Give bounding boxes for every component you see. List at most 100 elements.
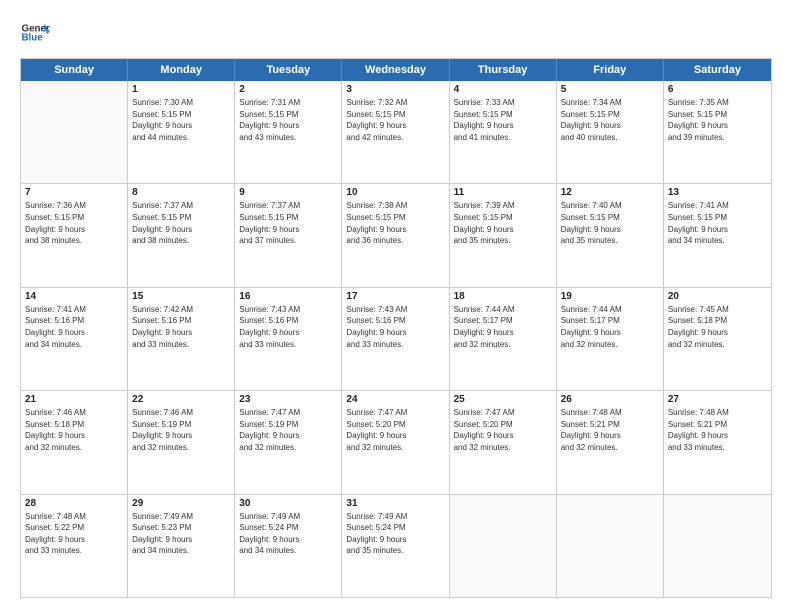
day-number: 15 — [132, 291, 230, 302]
day-info: Sunrise: 7:49 AMSunset: 5:24 PMDaylight:… — [346, 511, 444, 557]
day-number: 28 — [25, 498, 123, 509]
calendar-day-20: 20Sunrise: 7:45 AMSunset: 5:18 PMDayligh… — [664, 288, 771, 390]
day-info: Sunrise: 7:35 AMSunset: 5:15 PMDaylight:… — [668, 97, 767, 143]
day-number: 25 — [454, 394, 552, 405]
day-info: Sunrise: 7:33 AMSunset: 5:15 PMDaylight:… — [454, 97, 552, 143]
calendar-day-11: 11Sunrise: 7:39 AMSunset: 5:15 PMDayligh… — [450, 184, 557, 286]
calendar-day-27: 27 Sunrise: 7:48 AMSunset: 5:21 PMDayligh… — [664, 391, 771, 493]
calendar-empty-cell — [557, 495, 664, 597]
calendar-day-14: 14 Sunrise: 7:41 AMSunset: 5:16 PMDayligh… — [21, 288, 128, 390]
day-number: 19 — [561, 291, 659, 302]
calendar-day-2: 2 Sunrise: 7:31 AMSunset: 5:15 PMDaylight… — [235, 81, 342, 183]
day-number: 1 — [132, 84, 230, 95]
day-number: 17 — [346, 291, 444, 302]
calendar-empty-cell — [664, 495, 771, 597]
day-number: 12 — [561, 187, 659, 198]
day-info: Sunrise: 7:47 AMSunset: 5:20 PMDaylight:… — [346, 407, 444, 453]
day-info: Sunrise: 7:40 AMSunset: 5:15 PMDaylight:… — [561, 200, 659, 246]
day-number: 2 — [239, 84, 337, 95]
calendar-day-29: 29 Sunrise: 7:49 AMSunset: 5:23 PMDayligh… — [128, 495, 235, 597]
day-number: 24 — [346, 394, 444, 405]
day-info: Sunrise: 7:48 AMSunset: 5:22 PMDaylight:… — [25, 511, 123, 557]
day-info: Sunrise: 7:46 AMSunset: 5:19 PMDaylight:… — [132, 407, 230, 453]
day-number: 8 — [132, 187, 230, 198]
header-day-saturday: Saturday — [664, 59, 771, 81]
day-info: Sunrise: 7:38 AMSunset: 5:15 PMDaylight:… — [346, 200, 444, 246]
day-number: 9 — [239, 187, 337, 198]
calendar-day-19: 19 Sunrise: 7:44 AMSunset: 5:17 PMDayligh… — [557, 288, 664, 390]
calendar-day-6: 6 Sunrise: 7:35 AMSunset: 5:15 PMDaylight… — [664, 81, 771, 183]
day-number: 11 — [454, 187, 552, 198]
calendar-body: 1Sunrise: 7:30 AMSunset: 5:15 PMDaylight… — [21, 81, 771, 597]
day-number: 14 — [25, 291, 123, 302]
header-day-tuesday: Tuesday — [235, 59, 342, 81]
calendar-week-5: 28 Sunrise: 7:48 AMSunset: 5:22 PMDayligh… — [21, 494, 771, 597]
day-info: Sunrise: 7:45 AMSunset: 5:18 PMDaylight:… — [668, 304, 767, 350]
day-info: Sunrise: 7:44 AMSunset: 5:17 PMDaylight:… — [454, 304, 552, 350]
day-number: 18 — [454, 291, 552, 302]
day-info: Sunrise: 7:43 AMSunset: 5:16 PMDaylight:… — [346, 304, 444, 350]
calendar-week-1: 1Sunrise: 7:30 AMSunset: 5:15 PMDaylight… — [21, 81, 771, 183]
day-number: 23 — [239, 394, 337, 405]
calendar-day-17: 17 Sunrise: 7:43 AMSunset: 5:16 PMDayligh… — [342, 288, 449, 390]
calendar-day-16: 16Sunrise: 7:43 AMSunset: 5:16 PMDayligh… — [235, 288, 342, 390]
page-header: General Blue — [20, 18, 772, 48]
day-info: Sunrise: 7:32 AMSunset: 5:15 PMDaylight:… — [346, 97, 444, 143]
svg-text:Blue: Blue — [22, 33, 44, 44]
calendar-header-row: SundayMondayTuesdayWednesdayThursdayFrid… — [21, 59, 771, 81]
calendar-day-8: 8 Sunrise: 7:37 AMSunset: 5:15 PMDaylight… — [128, 184, 235, 286]
calendar-day-31: 31Sunrise: 7:49 AMSunset: 5:24 PMDayligh… — [342, 495, 449, 597]
day-info: Sunrise: 7:49 AMSunset: 5:23 PMDaylight:… — [132, 511, 230, 557]
day-info: Sunrise: 7:48 AMSunset: 5:21 PMDaylight:… — [561, 407, 659, 453]
logo: General Blue — [20, 18, 50, 48]
day-number: 3 — [346, 84, 444, 95]
calendar: SundayMondayTuesdayWednesdayThursdayFrid… — [20, 58, 772, 598]
day-number: 7 — [25, 187, 123, 198]
calendar-day-24: 24 Sunrise: 7:47 AMSunset: 5:20 PMDayligh… — [342, 391, 449, 493]
day-info: Sunrise: 7:36 AMSunset: 5:15 PMDaylight:… — [25, 200, 123, 246]
day-info: Sunrise: 7:41 AMSunset: 5:16 PMDaylight:… — [25, 304, 123, 350]
calendar-week-2: 7 Sunrise: 7:36 AMSunset: 5:15 PMDaylight… — [21, 183, 771, 286]
header-day-monday: Monday — [128, 59, 235, 81]
day-info: Sunrise: 7:46 AMSunset: 5:18 PMDaylight:… — [25, 407, 123, 453]
day-number: 5 — [561, 84, 659, 95]
header-day-friday: Friday — [557, 59, 664, 81]
logo-icon: General Blue — [20, 18, 50, 48]
day-info: Sunrise: 7:48 AMSunset: 5:21 PMDaylight:… — [668, 407, 767, 453]
day-number: 29 — [132, 498, 230, 509]
calendar-empty-cell — [450, 495, 557, 597]
calendar-week-3: 14 Sunrise: 7:41 AMSunset: 5:16 PMDayligh… — [21, 287, 771, 390]
day-info: Sunrise: 7:43 AMSunset: 5:16 PMDaylight:… — [239, 304, 337, 350]
day-info: Sunrise: 7:37 AMSunset: 5:15 PMDaylight:… — [132, 200, 230, 246]
calendar-day-12: 12 Sunrise: 7:40 AMSunset: 5:15 PMDayligh… — [557, 184, 664, 286]
calendar-day-25: 25Sunrise: 7:47 AMSunset: 5:20 PMDayligh… — [450, 391, 557, 493]
calendar-day-28: 28 Sunrise: 7:48 AMSunset: 5:22 PMDayligh… — [21, 495, 128, 597]
calendar-day-30: 30Sunrise: 7:49 AMSunset: 5:24 PMDayligh… — [235, 495, 342, 597]
calendar-day-9: 9 Sunrise: 7:37 AMSunset: 5:15 PMDaylight… — [235, 184, 342, 286]
day-info: Sunrise: 7:37 AMSunset: 5:15 PMDaylight:… — [239, 200, 337, 246]
calendar-day-4: 4 Sunrise: 7:33 AMSunset: 5:15 PMDaylight… — [450, 81, 557, 183]
calendar-day-13: 13Sunrise: 7:41 AMSunset: 5:15 PMDayligh… — [664, 184, 771, 286]
calendar-day-3: 3 Sunrise: 7:32 AMSunset: 5:15 PMDaylight… — [342, 81, 449, 183]
calendar-day-1: 1Sunrise: 7:30 AMSunset: 5:15 PMDaylight… — [128, 81, 235, 183]
calendar-day-10: 10Sunrise: 7:38 AMSunset: 5:15 PMDayligh… — [342, 184, 449, 286]
day-info: Sunrise: 7:47 AMSunset: 5:19 PMDaylight:… — [239, 407, 337, 453]
calendar-week-4: 21 Sunrise: 7:46 AMSunset: 5:18 PMDayligh… — [21, 390, 771, 493]
day-number: 27 — [668, 394, 767, 405]
day-number: 26 — [561, 394, 659, 405]
day-info: Sunrise: 7:34 AMSunset: 5:15 PMDaylight:… — [561, 97, 659, 143]
day-info: Sunrise: 7:31 AMSunset: 5:15 PMDaylight:… — [239, 97, 337, 143]
day-info: Sunrise: 7:49 AMSunset: 5:24 PMDaylight:… — [239, 511, 337, 557]
day-number: 4 — [454, 84, 552, 95]
day-number: 6 — [668, 84, 767, 95]
day-info: Sunrise: 7:44 AMSunset: 5:17 PMDaylight:… — [561, 304, 659, 350]
header-day-wednesday: Wednesday — [342, 59, 449, 81]
calendar-day-15: 15Sunrise: 7:42 AMSunset: 5:16 PMDayligh… — [128, 288, 235, 390]
day-number: 21 — [25, 394, 123, 405]
header-day-sunday: Sunday — [21, 59, 128, 81]
calendar-day-22: 22Sunrise: 7:46 AMSunset: 5:19 PMDayligh… — [128, 391, 235, 493]
day-number: 13 — [668, 187, 767, 198]
calendar-empty-cell — [21, 81, 128, 183]
header-day-thursday: Thursday — [450, 59, 557, 81]
calendar-day-23: 23 Sunrise: 7:47 AMSunset: 5:19 PMDayligh… — [235, 391, 342, 493]
